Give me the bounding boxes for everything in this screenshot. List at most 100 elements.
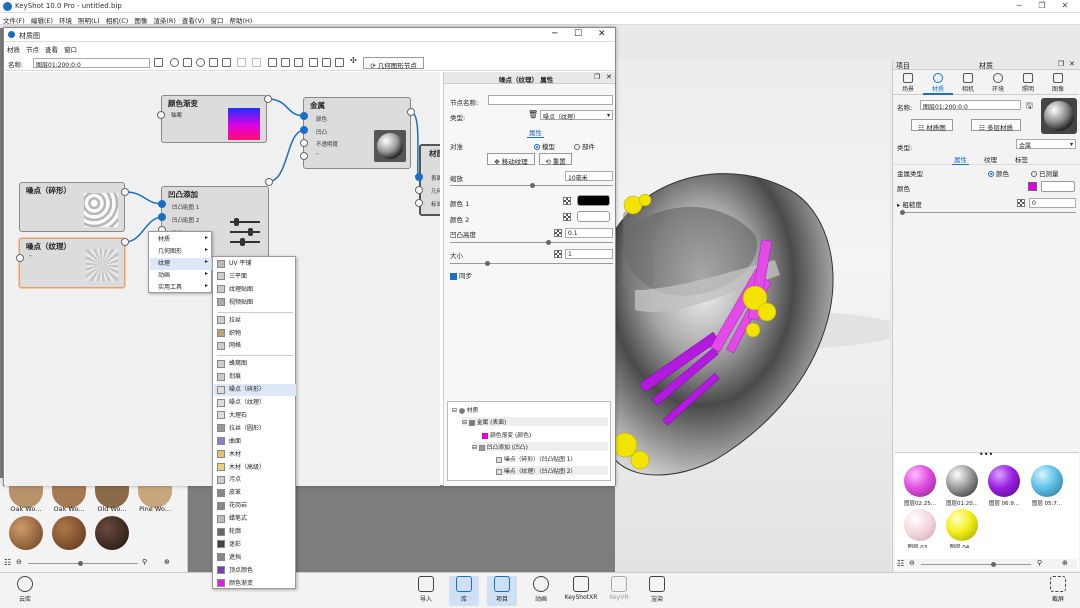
input-port-color[interactable] (300, 112, 308, 120)
render-button[interactable]: 渲染 (642, 576, 672, 603)
fit-icon[interactable] (183, 58, 192, 67)
node-icon[interactable] (281, 58, 290, 67)
radio-model[interactable]: 模型 (534, 141, 555, 151)
lock-icon[interactable] (222, 58, 231, 67)
menu-image[interactable]: 图像 (131, 13, 150, 27)
scale-slider[interactable] (450, 183, 613, 188)
submenu-item[interactable]: 污点 (214, 474, 296, 486)
zoom-in-icon[interactable]: ⊕ (1062, 559, 1068, 567)
subtab-properties[interactable]: 属性 (952, 154, 969, 165)
menu-camera[interactable]: 相机(C) (103, 13, 132, 27)
material-name-input[interactable]: 图层01:200:0:0 (920, 100, 1021, 111)
submenu-item[interactable]: 木材（高级） (214, 462, 296, 474)
save-icon[interactable] (154, 58, 163, 67)
close-icon[interactable]: ✕ (1058, 1, 1072, 12)
radio-color[interactable]: 颜色 (988, 168, 1009, 178)
size-input[interactable]: 1 (565, 249, 613, 259)
submenu-item[interactable]: UV 平铺 (214, 258, 296, 270)
project-button[interactable]: 项目 (487, 576, 517, 606)
multi-material-button[interactable]: ☷ 多层材质 (971, 119, 1021, 132)
node-icon[interactable] (268, 58, 277, 67)
geometry-node-button[interactable]: ⟳ 几何图形节点 (363, 57, 424, 70)
maximize-icon[interactable]: ☐ (574, 29, 582, 39)
maximize-icon[interactable]: ❐ (1035, 1, 1049, 12)
tab-environment[interactable]: 环境 (983, 73, 1013, 93)
keyvr-button[interactable]: KeyVR (604, 576, 634, 601)
input-port-geometry[interactable] (415, 186, 423, 194)
menu-help[interactable]: 帮助(H) (226, 13, 255, 27)
menu-window[interactable]: 窗口 (61, 43, 80, 55)
library-item[interactable] (9, 516, 43, 550)
texture-map-icon[interactable] (563, 213, 571, 221)
menu-lighting[interactable]: 照明(L) (75, 13, 103, 27)
material-type-select[interactable]: 金属 ▾ (1016, 139, 1076, 150)
tree-row[interactable]: 颜色渐变 (颜色) (482, 430, 531, 439)
input-port-bump[interactable] (300, 126, 308, 134)
node-icon[interactable] (294, 58, 303, 67)
texture-map-icon[interactable] (554, 250, 562, 258)
bump-height-slider[interactable] (450, 240, 613, 245)
roughness-slider[interactable] (900, 210, 1076, 215)
submenu-item[interactable]: 颜色渐变 (214, 578, 296, 590)
texture-map-icon[interactable] (554, 229, 562, 237)
thumbnail-size-slider[interactable] (28, 561, 138, 566)
submenu-item[interactable]: 曲面 (214, 436, 296, 448)
animation-button[interactable]: 动画 (526, 576, 556, 603)
sync-checkbox[interactable]: 同步 (450, 270, 472, 280)
tree-row[interactable]: ⊟ 金属 (表面) (462, 417, 608, 426)
tab-lighting[interactable]: 照明 (1013, 73, 1043, 93)
color-picker[interactable] (1041, 181, 1075, 192)
radio-part[interactable]: 部件 (574, 141, 595, 151)
submenu-item[interactable]: 蜡笔式 (214, 513, 296, 525)
output-port[interactable] (265, 178, 273, 186)
submenu-item[interactable]: 木材 (214, 449, 296, 461)
library-item[interactable] (52, 516, 86, 550)
radio-measured[interactable]: 已测量 (1031, 168, 1059, 178)
screenshot-button[interactable]: 截屏 (1043, 576, 1073, 603)
library-item[interactable] (95, 516, 129, 550)
texture-map-icon[interactable] (563, 197, 571, 205)
resize-handle-icon[interactable]: ••• (979, 450, 993, 459)
render-viewport[interactable] (615, 60, 890, 572)
menu-render[interactable]: 渲染(R) (150, 13, 179, 27)
texture-map-icon[interactable] (1017, 199, 1025, 207)
subtab-label[interactable]: 标签 (1013, 154, 1030, 164)
submenu-item[interactable]: 网格 (214, 340, 296, 352)
submenu-item[interactable]: 拉丝 (214, 315, 296, 327)
grid-view-icon[interactable]: ☷ (897, 559, 904, 568)
tab-image[interactable]: 图像 (1043, 73, 1073, 93)
output-port[interactable] (121, 188, 129, 196)
submenu-item[interactable]: 织物 (214, 328, 296, 340)
scene-material-ball[interactable] (946, 465, 978, 497)
copy-icon[interactable] (237, 58, 246, 67)
size-slider[interactable] (450, 261, 613, 266)
close-icon[interactable]: ✕ (606, 73, 612, 81)
trash-icon[interactable]: 🗑 (528, 110, 538, 119)
menu-view[interactable]: 查看 (42, 43, 61, 55)
submenu-item[interactable]: 纹理贴图 (214, 284, 296, 296)
float-icon[interactable]: ❐ (1058, 60, 1064, 68)
node-metal[interactable]: 金属 颜色 凹凸 不透明度 “ (303, 97, 411, 169)
minimize-icon[interactable]: ─ (552, 29, 557, 39)
grid-icon[interactable] (335, 58, 344, 67)
import-button[interactable]: 导入 (411, 576, 441, 603)
tab-camera[interactable]: 相机 (953, 73, 983, 93)
delete-icon[interactable] (252, 58, 261, 67)
zoom-icon[interactable] (322, 58, 331, 67)
input-port-label[interactable] (415, 199, 423, 207)
tree-row[interactable]: ⊟ 材质 (452, 405, 478, 414)
input-port[interactable] (300, 152, 308, 160)
tab-scene[interactable]: 场景 (893, 73, 923, 93)
input-port[interactable] (157, 111, 165, 119)
roughness-input[interactable]: 0 (1029, 198, 1076, 208)
search-icon[interactable]: ⚲ (142, 558, 147, 566)
node-type-select[interactable]: 噪点（纹理） ▾ (540, 110, 613, 121)
subtab-texture[interactable]: 纹理 (982, 154, 999, 164)
submenu-item[interactable]: 遮挡 (214, 552, 296, 564)
keyshotxr-button[interactable]: KeyShotXR (563, 576, 599, 601)
minimize-icon[interactable]: ─ (1012, 1, 1026, 12)
scene-material-ball[interactable] (904, 509, 936, 541)
layout-icon[interactable] (209, 58, 218, 67)
float-icon[interactable]: ❐ (594, 73, 600, 81)
menu-window[interactable]: 窗口 (207, 13, 226, 27)
